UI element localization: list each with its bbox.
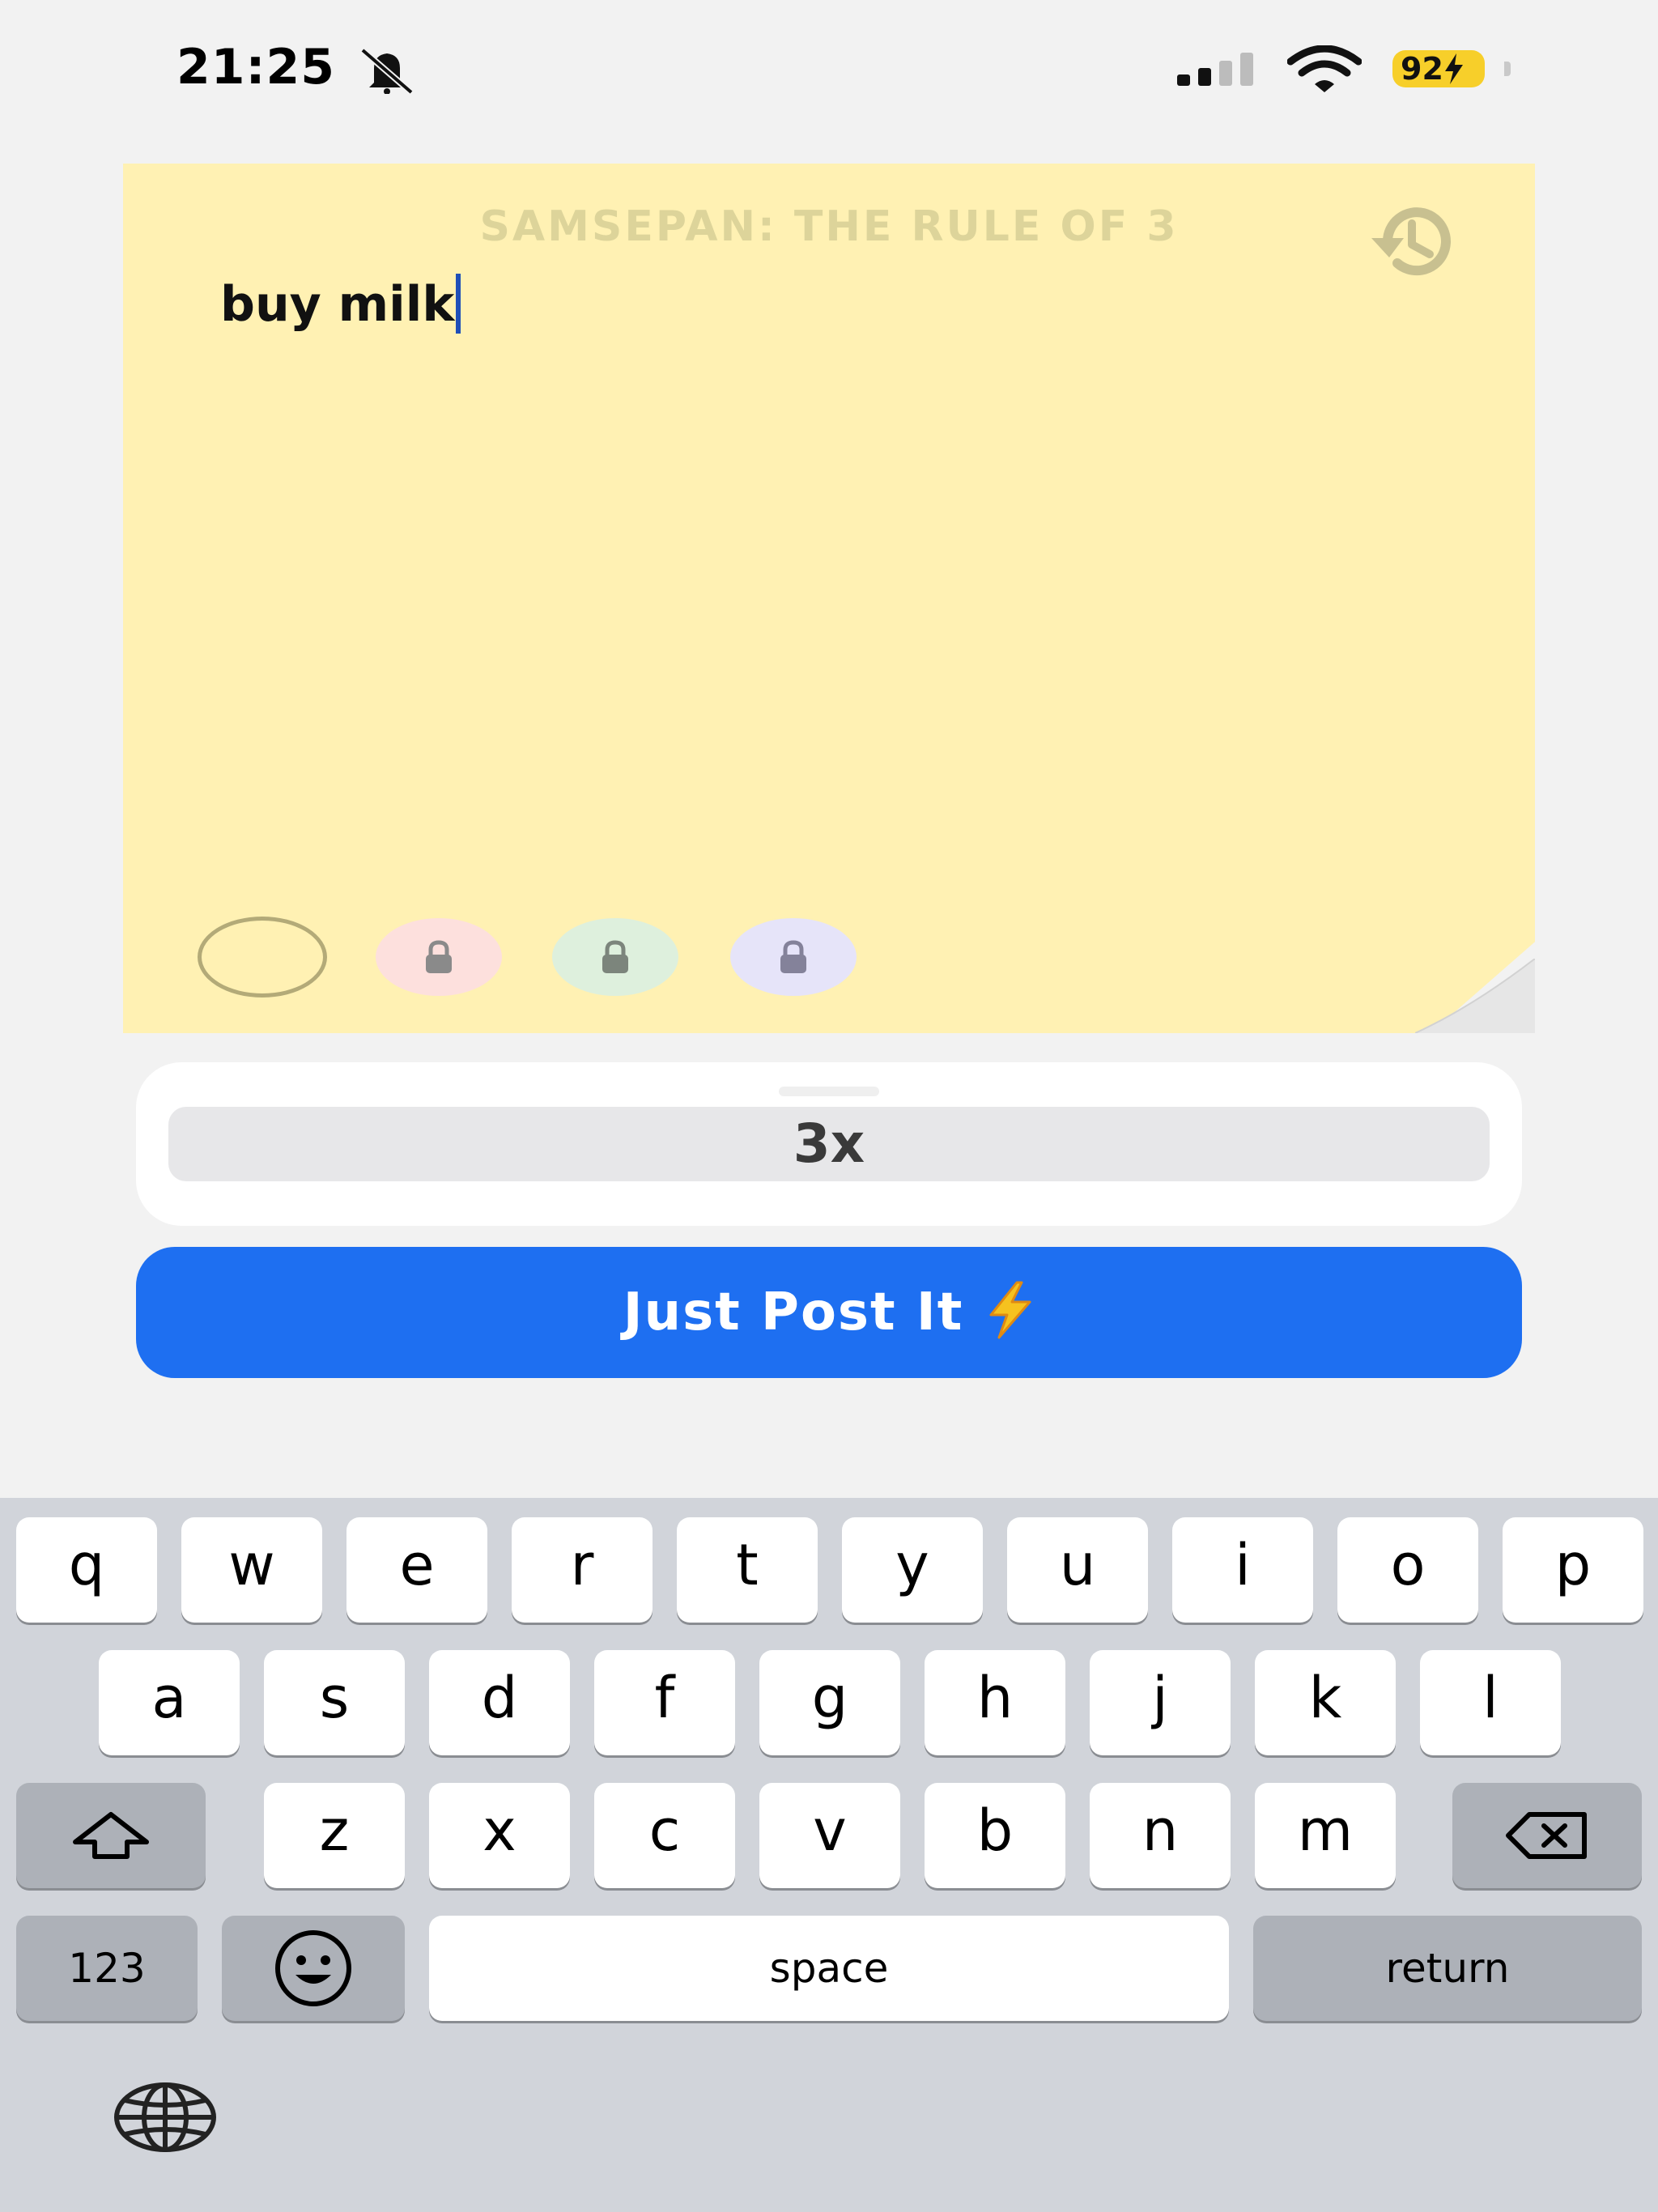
key-o[interactable]: o [1337,1517,1478,1623]
key-q[interactable]: q [16,1517,157,1623]
note-text-input[interactable]: buy milk [220,274,461,334]
key-w[interactable]: w [181,1517,322,1623]
key-y[interactable]: y [842,1517,983,1623]
key-v[interactable]: v [759,1783,900,1888]
note-text: buy milk [220,276,455,333]
status-bar: 21:25 92 [0,0,1658,138]
key-s[interactable]: s [264,1650,405,1755]
color-swatch-yellow[interactable] [198,917,327,998]
picker-scroll-ghost [779,1087,879,1096]
page-curl [1415,959,1535,1033]
wifi-icon [1287,45,1362,92]
key-k[interactable]: k [1255,1650,1396,1755]
space-key[interactable]: space [429,1916,1229,2021]
key-f[interactable]: f [594,1650,735,1755]
key-x[interactable]: x [429,1783,570,1888]
lock-icon [780,940,806,973]
emoji-icon [275,1930,351,2006]
key-i[interactable]: i [1172,1517,1313,1623]
key-a[interactable]: a [99,1650,240,1755]
key-n[interactable]: n [1090,1783,1231,1888]
bell-off-icon [360,47,414,94]
key-z[interactable]: z [264,1783,405,1888]
multiplier-picker[interactable]: 3x [136,1062,1522,1226]
key-l[interactable]: l [1420,1650,1561,1755]
key-m[interactable]: m [1255,1783,1396,1888]
color-swatch-pink[interactable] [376,918,502,996]
battery-tip [1504,62,1511,76]
status-time: 21:25 [176,39,335,96]
lock-icon [602,940,628,973]
color-swatch-green[interactable] [552,918,678,996]
key-u[interactable]: u [1007,1517,1148,1623]
key-c[interactable]: c [594,1783,735,1888]
return-key[interactable]: return [1253,1916,1642,2021]
post-button-label: Just Post It [623,1283,964,1342]
numbers-key[interactable]: 123 [16,1916,198,2021]
emoji-key[interactable] [222,1916,405,2021]
color-swatch-purple[interactable] [730,918,857,996]
delete-key[interactable] [1452,1783,1642,1888]
key-j[interactable]: j [1090,1650,1231,1755]
key-b[interactable]: b [925,1783,1065,1888]
key-h[interactable]: h [925,1650,1065,1755]
battery-level: 92 [1401,51,1443,87]
history-icon[interactable] [1357,201,1467,282]
battery-indicator: 92 [1392,50,1485,87]
backspace-icon [1506,1812,1587,1859]
key-t[interactable]: t [677,1517,818,1623]
key-r[interactable]: r [512,1517,653,1623]
key-e[interactable]: e [346,1517,487,1623]
multiplier-selected[interactable]: 3x [168,1107,1490,1181]
text-cursor [456,274,461,334]
lock-icon [426,940,452,973]
note-title: SAMSEPAN: THE RULE OF 3 [479,202,1179,251]
shift-key[interactable] [16,1783,206,1888]
battery-charging-icon [1444,53,1463,84]
sticky-note[interactable]: SAMSEPAN: THE RULE OF 3 buy milk [123,164,1535,1033]
key-p[interactable]: p [1503,1517,1643,1623]
globe-icon[interactable] [110,2081,220,2154]
lightning-bolt-icon [989,1281,1031,1339]
cellular-signal-icon [1177,53,1253,86]
key-g[interactable]: g [759,1650,900,1755]
just-post-it-button[interactable]: Just Post It [136,1247,1522,1378]
key-d[interactable]: d [429,1650,570,1755]
shift-arrow-icon [73,1812,149,1859]
